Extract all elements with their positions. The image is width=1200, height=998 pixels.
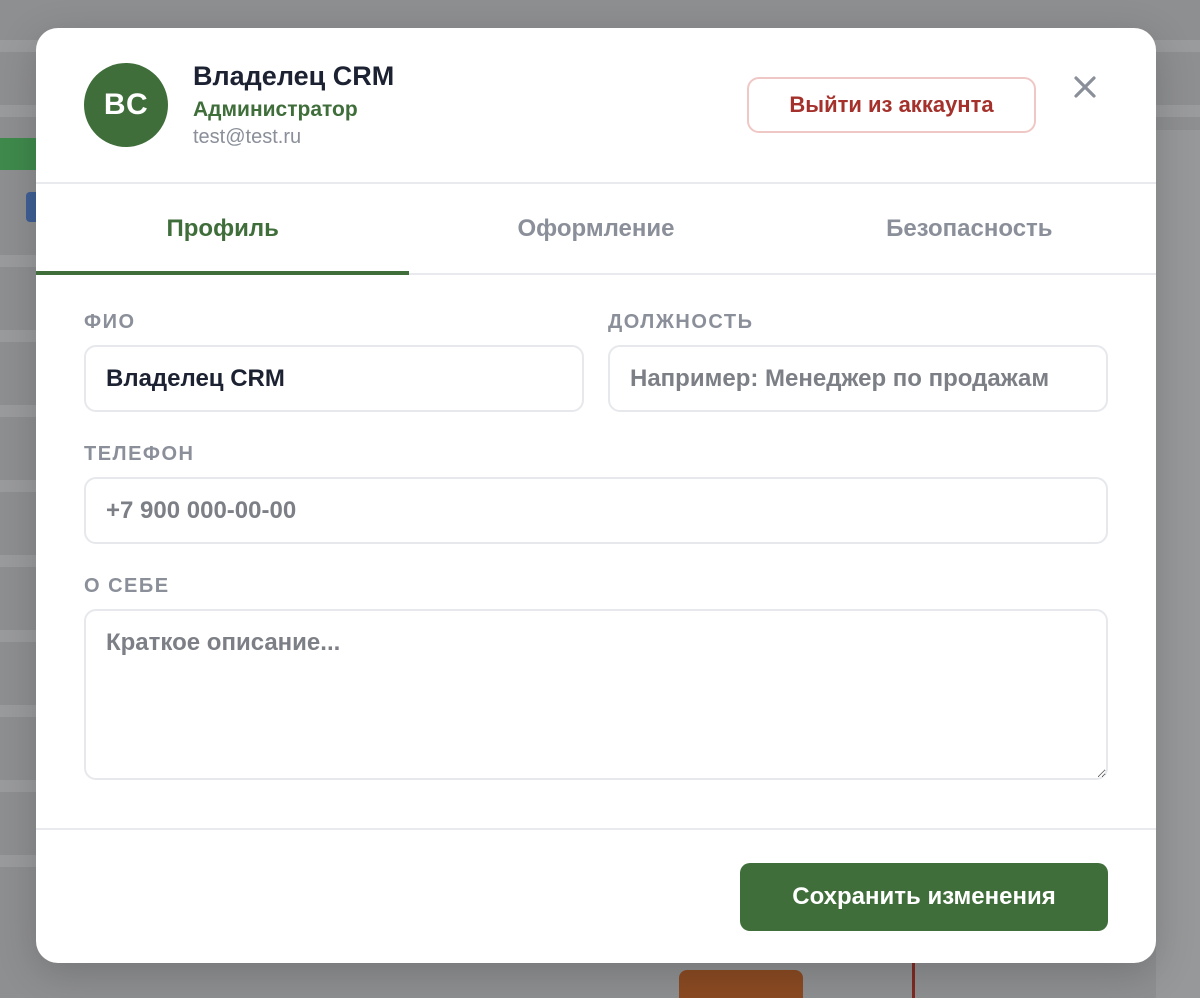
position-label: ДОЛЖНОСТЬ (608, 311, 754, 333)
user-name: Владелец CRM (193, 61, 395, 91)
bg-active-indicator (0, 138, 40, 170)
position-input[interactable] (608, 345, 1108, 412)
tab-security[interactable]: Безопасность (783, 184, 1156, 273)
tab-appearance[interactable]: Оформление (409, 184, 782, 273)
close-icon (1074, 76, 1096, 98)
close-button[interactable] (1068, 70, 1102, 104)
tab-profile[interactable]: Профиль (36, 184, 410, 275)
full-name-input[interactable] (84, 345, 584, 412)
about-label: О СЕБЕ (84, 575, 170, 597)
modal-header: BC Владелец CRM Администратор test@test.… (36, 28, 1156, 184)
tab-bar: Профиль Оформление Безопасность (36, 184, 1156, 275)
user-role: Администратор (193, 98, 358, 121)
user-email: test@test.ru (193, 126, 302, 148)
phone-input[interactable] (84, 477, 1108, 544)
bg-card (679, 970, 803, 998)
bg-side-panel (1156, 130, 1200, 998)
bg-marker-line (912, 960, 915, 998)
profile-settings-modal: BC Владелец CRM Администратор test@test.… (36, 28, 1156, 963)
profile-form: ФИО ДОЛЖНОСТЬ ТЕЛЕФОН О СЕБЕ (36, 275, 1156, 830)
logout-button[interactable]: Выйти из аккаунта (747, 77, 1036, 133)
save-button[interactable]: Сохранить изменения (740, 863, 1108, 931)
full-name-label: ФИО (84, 311, 136, 333)
phone-label: ТЕЛЕФОН (84, 443, 195, 465)
avatar: BC (84, 63, 168, 147)
about-textarea[interactable] (84, 609, 1108, 780)
